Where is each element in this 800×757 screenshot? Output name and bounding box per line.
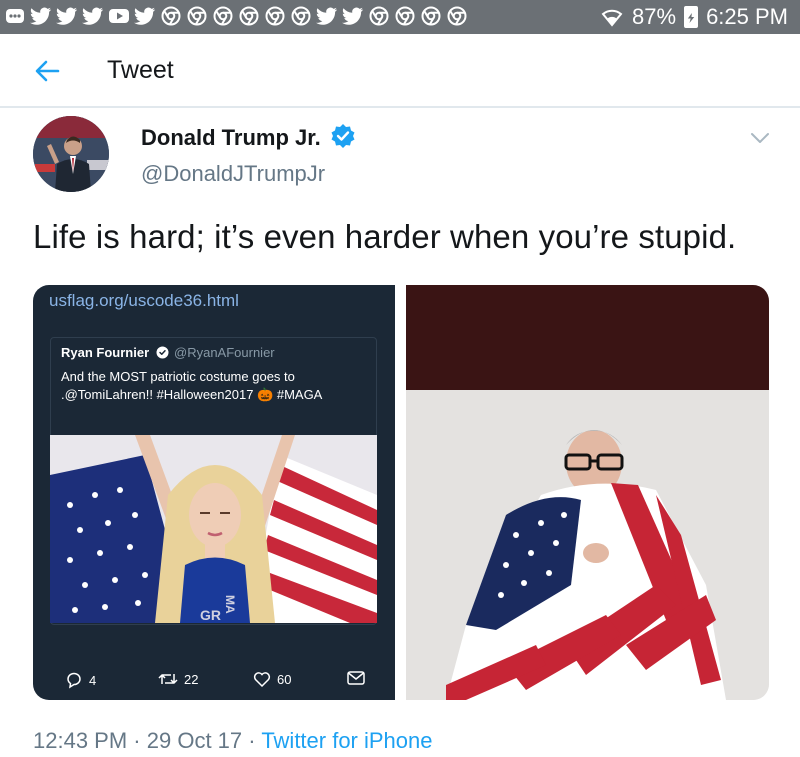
twitter-icon	[82, 5, 104, 27]
heart-icon	[253, 672, 271, 687]
chrome-icon	[264, 5, 286, 27]
retweet-icon	[158, 674, 178, 684]
tweet-time: 12:43 PM	[33, 728, 128, 753]
direct-message-action[interactable]	[347, 671, 365, 685]
timestamp-separator: ·	[133, 728, 141, 753]
media-image-left[interactable]: usflag.org/uscode36.html Ryan Fournier @…	[33, 285, 395, 700]
wifi-icon	[601, 9, 623, 27]
chrome-icon	[394, 5, 416, 27]
timestamp-separator: ·	[248, 728, 256, 753]
avatar-image	[33, 116, 109, 192]
status-bar: 87% 6:25 PM	[0, 0, 800, 34]
chrome-icon	[446, 5, 468, 27]
chrome-icon	[368, 5, 390, 27]
chrome-icon	[238, 5, 260, 27]
shirt-lettering: GR	[200, 607, 221, 623]
envelope-icon	[347, 671, 365, 685]
embedded-photo: GR MA	[50, 435, 377, 623]
status-right: 87% 6:25 PM	[600, 4, 788, 30]
like-action[interactable]: 60	[253, 671, 291, 687]
tweet-source-link[interactable]: Twitter for iPhone	[261, 728, 432, 753]
url-text: usflag.org/uscode36.html	[49, 291, 239, 310]
embedded-author-name: Ryan Fournier	[61, 345, 150, 360]
chrome-icon	[186, 5, 208, 27]
author-name[interactable]: Donald Trump Jr.	[141, 125, 321, 151]
more-icon	[4, 5, 26, 27]
youtube-icon	[108, 5, 130, 27]
avatar[interactable]	[33, 116, 109, 192]
twitter-icon	[134, 5, 156, 27]
page-title: Tweet	[107, 56, 174, 84]
twitter-icon	[56, 5, 78, 27]
notification-icons	[4, 5, 468, 27]
verified-badge-icon	[331, 124, 355, 148]
twitter-icon	[342, 5, 364, 27]
tweet-media: usflag.org/uscode36.html Ryan Fournier @…	[33, 285, 769, 700]
tweet-timestamp: 12:43 PM · 29 Oct 17 · Twitter for iPhon…	[33, 728, 433, 754]
battery-percent: 87%	[632, 4, 677, 29]
shirt-lettering: MA	[223, 595, 237, 614]
twitter-icon	[30, 5, 52, 27]
chrome-icon	[420, 5, 442, 27]
retweet-count: 22	[184, 671, 199, 687]
author-handle[interactable]: @DonaldJTrumpJr	[141, 161, 325, 187]
back-arrow-icon[interactable]	[28, 56, 68, 86]
chevron-down-icon[interactable]	[749, 130, 771, 146]
embedded-tweet-text: And the MOST patriotic costume goes to .…	[61, 369, 323, 402]
reply-action[interactable]: 4	[65, 671, 96, 689]
chrome-icon	[212, 5, 234, 27]
twitter-icon	[316, 5, 338, 27]
status-time: 6:25 PM	[706, 4, 788, 29]
app-header: Tweet	[0, 34, 800, 108]
tweet-date: 29 Oct 17	[146, 728, 243, 753]
like-count: 60	[277, 671, 292, 687]
chrome-icon	[160, 5, 182, 27]
battery-icon	[684, 6, 699, 28]
chrome-icon	[290, 5, 312, 27]
reply-icon	[67, 672, 81, 689]
flag-portrait-photo	[406, 285, 769, 700]
reply-count: 4	[89, 672, 97, 688]
retweet-action[interactable]: 22	[158, 671, 198, 687]
tweet-text: Life is hard; it’s even harder when you’…	[33, 218, 737, 255]
media-image-right[interactable]	[406, 285, 769, 700]
embedded-author-handle: @RyanAFournier	[174, 345, 275, 360]
verified-badge-icon	[156, 346, 169, 359]
